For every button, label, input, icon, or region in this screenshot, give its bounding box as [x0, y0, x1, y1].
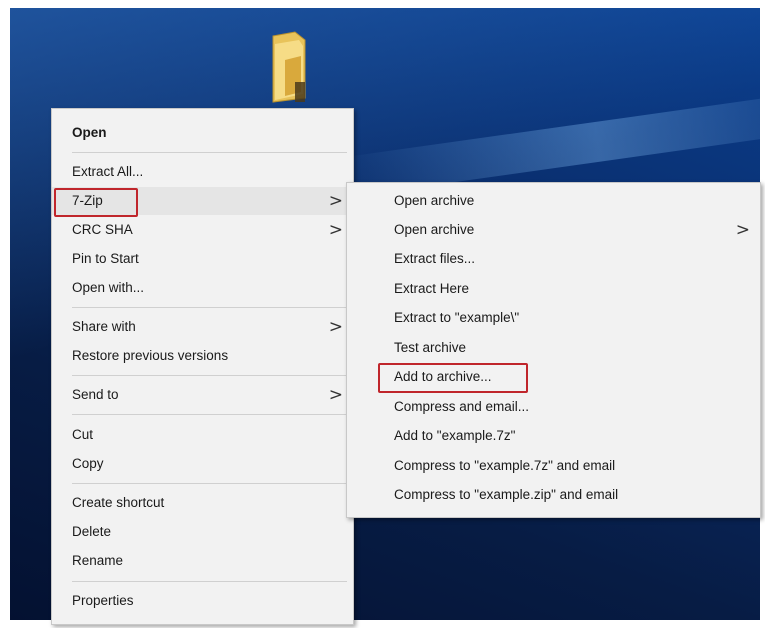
chevron-right-icon: > [735, 220, 750, 240]
submenu-item-compress-7z-email[interactable]: Compress to "example.7z" and email [347, 452, 760, 480]
submenu-item-open-archive-more[interactable]: Open archive > [347, 216, 760, 244]
menu-item-label: Open [72, 125, 107, 140]
context-menu: Open Extract All... 7-Zip > CRC SHA > Pin … [51, 108, 354, 625]
menu-item-label: Extract files... [394, 251, 476, 266]
menu-item-label: Delete [72, 524, 112, 539]
menu-item-label: Compress to "example.7z" and email [394, 458, 616, 473]
chevron-right-icon: > [328, 317, 343, 337]
menu-item-label: CRC SHA [72, 222, 133, 237]
menu-item-label: Open archive [394, 193, 475, 208]
menu-item-share-with[interactable]: Share with > [52, 313, 353, 341]
menu-item-extract-all[interactable]: Extract All... [52, 158, 353, 186]
menu-item-label: Rename [72, 553, 124, 568]
menu-item-rename[interactable]: Rename [52, 547, 353, 575]
menu-separator [72, 307, 347, 308]
menu-item-pin-to-start[interactable]: Pin to Start [52, 245, 353, 273]
submenu-item-open-archive[interactable]: Open archive [347, 187, 760, 215]
screenshot-stage: Open Extract All... 7-Zip > CRC SHA > Pin … [0, 0, 765, 628]
submenu-item-compress-and-email[interactable]: Compress and email... [347, 393, 760, 421]
menu-item-label: Create shortcut [72, 495, 165, 510]
menu-item-copy[interactable]: Copy [52, 450, 353, 478]
menu-item-label: Extract All... [72, 164, 144, 179]
submenu-item-extract-to-folder[interactable]: Extract to "example\" [347, 304, 760, 332]
menu-item-label: Extract to "example\" [394, 310, 520, 325]
menu-item-label: Share with [72, 319, 136, 334]
submenu-item-add-to-7z[interactable]: Add to "example.7z" [347, 422, 760, 450]
menu-separator [72, 483, 347, 484]
menu-item-label: Compress to "example.zip" and email [394, 487, 619, 502]
menu-item-open-with[interactable]: Open with... [52, 274, 353, 302]
menu-item-label: Restore previous versions [72, 348, 229, 363]
menu-item-label: Extract Here [394, 281, 470, 296]
highlight-box-add-to-archive [378, 363, 528, 393]
menu-item-label: Cut [72, 427, 94, 442]
submenu-item-extract-files[interactable]: Extract files... [347, 245, 760, 273]
menu-item-label: Properties [72, 593, 134, 608]
menu-item-send-to[interactable]: Send to > [52, 381, 353, 409]
menu-item-properties[interactable]: Properties [52, 587, 353, 615]
menu-separator [72, 414, 347, 415]
wallpaper-light-ray [337, 85, 760, 198]
highlight-box-7zip [54, 188, 138, 217]
menu-item-delete[interactable]: Delete [52, 518, 353, 546]
menu-item-label: Open with... [72, 280, 145, 295]
menu-item-restore-previous-versions[interactable]: Restore previous versions [52, 342, 353, 370]
submenu-7zip: Open archive Open archive > Extract files… [346, 182, 761, 518]
submenu-item-compress-zip-email[interactable]: Compress to "example.zip" and email [347, 481, 760, 509]
menu-item-label: Copy [72, 456, 104, 471]
menu-item-label: Send to [72, 387, 119, 402]
folder-icon[interactable] [265, 30, 311, 104]
chevron-right-icon: > [328, 191, 343, 211]
chevron-right-icon: > [328, 385, 343, 405]
menu-separator [72, 152, 347, 153]
menu-item-crc-sha[interactable]: CRC SHA > [52, 216, 353, 244]
menu-item-label: Pin to Start [72, 251, 139, 266]
menu-item-label: Test archive [394, 340, 467, 355]
submenu-item-test-archive[interactable]: Test archive [347, 334, 760, 362]
menu-item-label: Compress and email... [394, 399, 530, 414]
menu-item-label: Open archive [394, 222, 475, 237]
menu-item-open[interactable]: Open [52, 119, 353, 147]
chevron-right-icon: > [328, 220, 343, 240]
menu-item-label: Add to "example.7z" [394, 428, 516, 443]
menu-item-create-shortcut[interactable]: Create shortcut [52, 489, 353, 517]
menu-separator [72, 375, 347, 376]
menu-item-cut[interactable]: Cut [52, 421, 353, 449]
menu-separator [72, 581, 347, 582]
submenu-item-extract-here[interactable]: Extract Here [347, 275, 760, 303]
